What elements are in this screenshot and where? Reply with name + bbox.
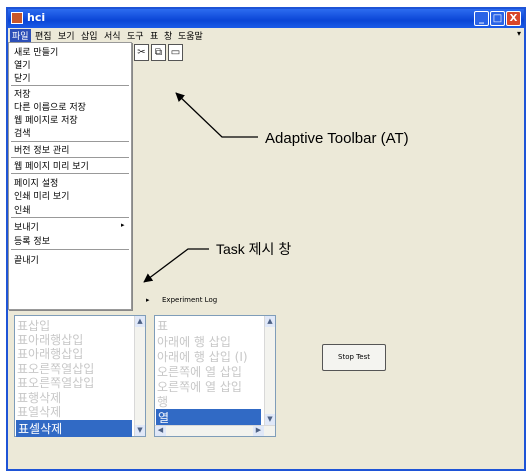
menu-path-listbox[interactable]: 표 아래에 행 삽입 아래에 행 삽입 (I) 오른쪽에 열 삽입 오른쪽에 열… [154,315,276,437]
menu-overflow-icon[interactable]: ▾ [517,29,521,38]
menu-item-print-preview[interactable]: 인쇄 미리 보기 [14,189,69,202]
command-listbox[interactable]: 표삽입 표아래행삽입 표아래행삽입 표오른쪽열삽입 표오른쪽열삽입 표행삭제 표… [14,315,146,437]
menu-item-send[interactable]: 보내기 [14,220,39,233]
menu-separator [11,157,129,158]
close-button[interactable]: X [506,11,521,26]
menu-item-properties[interactable]: 등록 정보 [14,234,50,247]
scissors-icon[interactable]: ✂ [134,44,149,61]
menu-item-close[interactable]: 닫기 [14,71,31,84]
menu-item-save[interactable]: 저장 [14,87,31,100]
scroll-right-icon[interactable]: ▶ [253,426,264,436]
vertical-scrollbar[interactable]: ▲ ▼ [134,316,145,436]
window-icon[interactable]: ▭ [168,44,183,61]
menu-format[interactable]: 서식 [104,29,121,42]
menu-insert[interactable]: 삽입 [81,29,98,42]
window-title: hci [27,11,46,24]
scroll-up-icon[interactable]: ▲ [265,316,275,327]
menu-item-page-setup[interactable]: 페이지 설정 [14,176,58,189]
scroll-left-icon[interactable]: ◀ [155,426,166,436]
menu-edit[interactable]: 편집 [35,29,52,42]
title-bar[interactable]: hci _ □ X [8,9,524,28]
list-item[interactable]: 오른쪽에 열 삽입 [157,378,242,395]
menu-item-web-preview[interactable]: 웹 페이지 미리 보기 [14,159,89,172]
menu-item-save-web[interactable]: 웹 페이지로 저장 [14,113,78,126]
menu-item-open[interactable]: 열기 [14,58,31,71]
menu-table[interactable]: 표 [150,29,158,42]
scroll-down-icon[interactable]: ▼ [135,425,145,436]
list-item[interactable]: 표 [157,317,168,334]
vertical-scrollbar[interactable]: ▲ ▼ [264,316,275,425]
app-window: hci _ □ X 파일 편집 보기 삽입 서식 도구 표 창 도움말 ▾ 새로… [6,7,526,471]
experiment-log-label: Experiment Log [162,296,218,304]
scroll-up-icon[interactable]: ▲ [135,316,145,327]
menu-separator [11,173,129,174]
menu-view[interactable]: 보기 [58,29,75,42]
menu-separator [11,85,129,86]
menu-separator [11,141,129,142]
menu-window[interactable]: 창 [164,29,172,42]
horizontal-scrollbar[interactable]: ◀ ▶ [155,425,275,436]
stop-test-button[interactable]: Stop Test [322,344,386,371]
task-window-annotation: Task 제시 창 [216,241,292,257]
menu-item-print[interactable]: 인쇄 [14,203,31,216]
menu-separator [11,217,129,218]
adaptive-toolbar-annotation: Adaptive Toolbar (AT) [265,130,409,147]
menu-item-new[interactable]: 새로 만들기 [14,45,58,58]
list-item[interactable]: 표열삭제 [17,403,61,420]
list-item-selected[interactable]: 열 [156,409,261,426]
menu-item-search[interactable]: 검색 [14,126,31,139]
client-area: 새로 만들기 열기 닫기 저장 다른 이름으로 저장 웹 페이지로 저장 검색 … [8,42,524,469]
file-menu-dropdown: 새로 만들기 열기 닫기 저장 다른 이름으로 저장 웹 페이지로 저장 검색 … [8,42,132,310]
list-item[interactable]: 행 [157,393,168,410]
menu-separator [11,249,129,250]
menu-help[interactable]: 도움말 [178,29,203,42]
log-bullet-icon: ▸ [146,296,150,304]
scroll-down-icon[interactable]: ▼ [265,414,275,425]
app-icon [11,12,23,24]
maximize-button[interactable]: □ [490,11,505,26]
menu-item-versions[interactable]: 버전 정보 관리 [14,143,69,156]
copy-icon[interactable]: ⧉ [151,44,166,61]
submenu-arrow-icon: ▸ [121,221,125,229]
menu-item-exit[interactable]: 끝내기 [14,253,39,266]
list-item-selected[interactable]: 표셀삭제 [16,420,132,437]
menu-file[interactable]: 파일 [10,29,31,42]
menu-tools[interactable]: 도구 [127,29,144,42]
menu-bar: 파일 편집 보기 삽입 서식 도구 표 창 도움말 ▾ [8,28,524,42]
menu-item-save-as[interactable]: 다른 이름으로 저장 [14,100,86,113]
minimize-button[interactable]: _ [474,11,489,26]
